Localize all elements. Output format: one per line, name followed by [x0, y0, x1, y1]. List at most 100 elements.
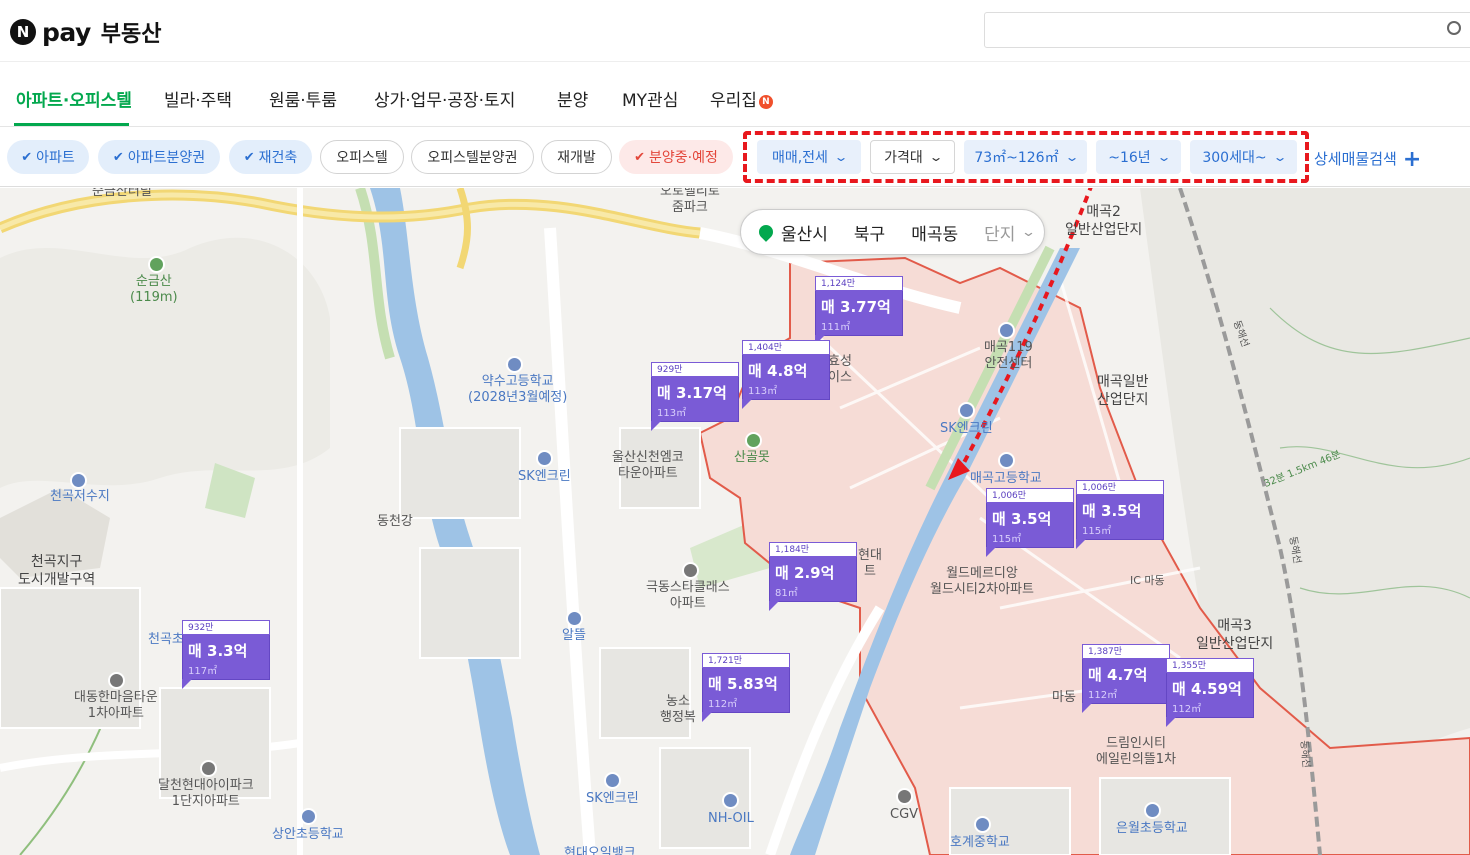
price-marker[interactable]: 1,006만 매 3.5억 115㎡ [986, 488, 1074, 557]
location-dong[interactable]: 매곡동 [911, 220, 958, 245]
marker-count: 929만 [651, 362, 739, 377]
marker-area: 115㎡ [992, 534, 1022, 545]
filter-chip-presale-upcoming[interactable]: ✔ 분양중·예정 [619, 140, 733, 174]
tab-apartment-officetel[interactable]: 아파트·오피스텔 [16, 86, 132, 111]
price-marker[interactable]: 1,721만 매 5.83억 112㎡ [702, 653, 790, 722]
map-label-maedong: 마동 [1052, 690, 1076, 705]
map-label-maegok119: 매곡119 안전센터 [984, 340, 1033, 372]
marker-tail [702, 712, 712, 722]
map-label-yaksu-school: 약수고등학교 (2028년3월예정) [468, 374, 568, 406]
school-icon[interactable] [998, 452, 1015, 469]
map-label-sangolmot: 산골못 [734, 450, 770, 465]
category-tabs: 아파트·오피스텔 빌라·주택 원룸·투룸 상가·업무·공장·토지 분양 MY관심… [0, 62, 1470, 127]
marker-count: 1,124만 [815, 276, 903, 291]
chip-label: 아파트 [36, 150, 75, 166]
tab-presale[interactable]: 분양 [557, 86, 588, 111]
location-city[interactable]: 울산시 [781, 220, 828, 245]
marker-count: 932만 [182, 620, 270, 635]
school-icon[interactable] [506, 356, 523, 373]
marker-area: 113㎡ [657, 408, 687, 419]
map-label-daedong: 대동한마음타운 1차아파트 [74, 690, 158, 722]
map-label-nh-oil: NH-OIL [708, 811, 754, 826]
marker-tail [1166, 717, 1176, 727]
naver-pay-real-estate-logo[interactable]: N pay 부동산 [10, 16, 162, 48]
marker-tail [182, 679, 192, 689]
chip-label: 오피스텔분양권 [427, 150, 518, 166]
tab-oneroom-tworoom[interactable]: 원룸·투룸 [269, 86, 337, 111]
price-marker[interactable]: 929만 매 3.17억 113㎡ [651, 362, 739, 431]
marker-count: 1,721만 [702, 653, 790, 668]
search-icon[interactable] [1447, 21, 1461, 35]
map-label-dalcheon: 달천현대아이파크 1단지아파트 [158, 778, 254, 810]
apartment-icon[interactable] [200, 760, 217, 777]
chip-label: 분양중·예정 [649, 150, 718, 166]
location-district[interactable]: 북구 [854, 220, 885, 245]
marker-count: 1,355만 [1166, 658, 1254, 673]
map-label-sk-enclean-2: SK엔크린 [940, 421, 993, 436]
map-label-cheongok-reservoir: 천곡저수지 [50, 489, 110, 504]
tab-villa-house[interactable]: 빌라·주택 [164, 86, 232, 111]
tab-my-home-label: 우리집 [710, 91, 757, 111]
filter-chip-officetel[interactable]: 오피스텔 [320, 140, 404, 174]
search-input[interactable] [984, 12, 1470, 48]
price-marker[interactable]: 1,006만 매 3.5억 115㎡ [1076, 480, 1164, 549]
mountain-icon[interactable] [148, 256, 165, 273]
price-marker[interactable]: 1,387만 매 4.7억 112㎡ [1082, 644, 1170, 713]
park-icon[interactable] [745, 432, 762, 449]
marker-tail [742, 399, 752, 409]
new-badge: N [758, 95, 773, 109]
price-marker[interactable]: 1,404만 매 4.8억 113㎡ [742, 340, 830, 409]
price-marker[interactable]: 932만 매 3.3억 117㎡ [182, 620, 270, 689]
price-marker[interactable]: 1,355만 매 4.59억 112㎡ [1166, 658, 1254, 727]
marker-tail [1076, 539, 1086, 549]
map-label-sk-enclean-1: SK엔크린 [518, 469, 571, 484]
marker-price: 매 3.5억 [1082, 502, 1142, 520]
filter-chip-apartment-presale-right[interactable]: ✔ 아파트분양권 [98, 140, 220, 174]
marker-area: 112㎡ [1172, 704, 1202, 715]
map-view[interactable]: 순금산터널 순금산 (119m) 오토밸리로 줌파크 매곡2 일반산업단지 약수… [0, 188, 1470, 855]
tab-my-home[interactable]: 우리집 N [710, 86, 773, 111]
chip-label: 아파트분양권 [127, 150, 206, 166]
detail-search-button[interactable]: 상세매물검색 + [1314, 147, 1421, 172]
gas-station-icon[interactable] [722, 792, 739, 809]
filter-bar: ✔ 아파트 ✔ 아파트분양권 ✔ 재건축 오피스텔 오피스텔분양권 재개발 ✔ 분양중·… [0, 127, 1470, 187]
school-icon[interactable] [974, 816, 991, 833]
tab-commercial-land[interactable]: 상가·업무·공장·토지 [374, 86, 515, 111]
filter-chip-officetel-presale-right[interactable]: 오피스텔분양권 [411, 140, 534, 174]
gas-station-icon[interactable] [604, 772, 621, 789]
gas-station-icon[interactable] [958, 402, 975, 419]
marker-price: 매 2.9억 [775, 564, 835, 582]
marker-area: 112㎡ [1088, 690, 1118, 701]
marker-price: 매 4.8억 [748, 362, 808, 380]
school-icon[interactable] [1144, 802, 1161, 819]
school-icon[interactable] [300, 808, 317, 825]
gas-station-icon[interactable] [566, 610, 583, 627]
price-marker[interactable]: 1,184만 매 2.9억 81㎡ [769, 542, 857, 611]
cinema-icon[interactable] [896, 788, 913, 805]
apartment-icon[interactable] [682, 562, 699, 579]
marker-tail [1082, 703, 1092, 713]
price-marker[interactable]: 1,124만 매 3.77억 111㎡ [815, 276, 903, 345]
check-icon: ✔ [21, 149, 33, 165]
filter-chip-apartment[interactable]: ✔ 아파트 [7, 140, 89, 174]
marker-area: 111㎡ [821, 322, 851, 333]
map-label-dongcheon-river: 동천강 [377, 514, 413, 529]
location-complex[interactable]: 단지 [984, 220, 1015, 245]
fire-station-icon[interactable] [998, 322, 1015, 339]
check-icon: ✔ [634, 149, 646, 165]
apartment-icon[interactable] [108, 672, 125, 689]
chevron-down-icon[interactable]: ⌄ [1021, 225, 1036, 240]
filter-chip-reconstruction[interactable]: ✔ 재건축 [229, 140, 312, 174]
map-label-maegok2: 매곡2 일반산업단지 [1065, 204, 1143, 238]
marker-area: 115㎡ [1082, 526, 1112, 537]
reservoir-icon[interactable] [70, 472, 87, 489]
location-breadcrumb[interactable]: 울산시 북구 매곡동 단지 ⌄ [740, 209, 1045, 255]
marker-area: 113㎡ [748, 386, 778, 397]
filter-chip-redevelopment[interactable]: 재개발 [541, 140, 612, 174]
gas-station-icon[interactable] [536, 450, 553, 467]
check-icon: ✔ [112, 149, 124, 165]
map-label-hyundai: 현대 트 [858, 548, 882, 580]
active-tab-underline [14, 123, 129, 126]
tab-my-interest[interactable]: MY관심 [622, 86, 678, 111]
plus-icon: + [1402, 147, 1422, 172]
